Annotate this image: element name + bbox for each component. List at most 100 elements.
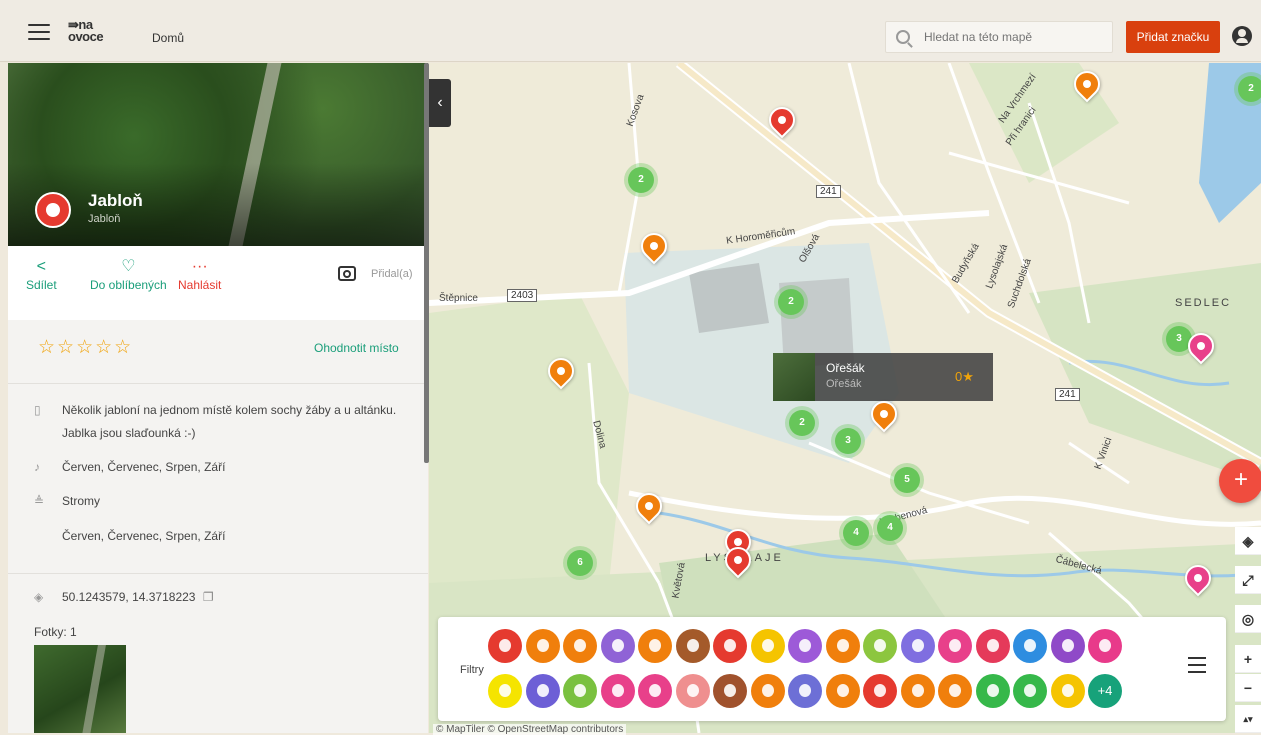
map-credits[interactable]: © MapTiler © OpenStreetMap contributors: [433, 724, 627, 735]
cluster-marker[interactable]: 2: [789, 410, 815, 436]
share-button[interactable]: < Sdílet: [26, 256, 57, 292]
filter-fruit-icon[interactable]: [1088, 629, 1122, 663]
copy-icon[interactable]: ❐: [203, 590, 214, 604]
filter-fruit-icon[interactable]: [488, 629, 522, 663]
rating-stars[interactable]: ☆☆☆☆☆: [38, 336, 133, 359]
place-subtitle: Jabloň: [88, 213, 121, 225]
add-place-fab[interactable]: +: [1219, 459, 1261, 503]
filter-fruit-icon[interactable]: [525, 674, 560, 708]
filter-fruit-icon[interactable]: [1013, 674, 1047, 708]
fruit-season-icon: ♪: [34, 460, 40, 474]
zoom-out-button[interactable]: −: [1235, 674, 1261, 702]
cluster-marker[interactable]: 6: [567, 550, 593, 576]
description-row-2: Jablka jsou slaďounká :-): [62, 422, 195, 445]
description-text-line2: Jablka jsou slaďounká :-): [62, 426, 196, 440]
filter-fruit-icon[interactable]: [675, 674, 710, 708]
nav-home-link[interactable]: Domů: [152, 31, 184, 45]
place-detail-panel: Jabloň Jabloň < Sdílet ♡ Do oblíbených ·…: [8, 63, 428, 733]
more-icon: ···: [191, 258, 208, 275]
cluster-marker[interactable]: 2: [778, 289, 804, 315]
filter-bar: Filtry +4: [438, 617, 1226, 721]
cluster-marker[interactable]: 5: [894, 467, 920, 493]
filter-fruit-icon[interactable]: [938, 674, 972, 708]
trash-icon: ▯: [34, 403, 41, 417]
cluster-marker[interactable]: 4: [877, 515, 903, 541]
road-241-label-2: 241: [1055, 388, 1080, 401]
user-account-icon[interactable]: [1232, 26, 1252, 46]
layers-icon[interactable]: ◈: [1235, 527, 1261, 555]
filter-fruit-icon[interactable]: [863, 674, 897, 708]
photos-label: Fotky: 1: [34, 625, 77, 639]
description-text-line1: Několik jabloní na jednom místě kolem so…: [62, 403, 397, 417]
filter-fruit-icon[interactable]: [1050, 629, 1085, 663]
cluster-marker[interactable]: 4: [843, 520, 869, 546]
popup-subtitle: Ořešák: [826, 378, 862, 390]
zoom-in-button[interactable]: +: [1235, 645, 1261, 673]
map-popup[interactable]: Ořešák Ořešák 0★: [773, 353, 993, 401]
share-icon: <: [36, 258, 47, 275]
tune-icon[interactable]: [1188, 657, 1206, 675]
coordinates-row: ◈ 50.1243579, 14.3718223 ❐: [34, 586, 214, 609]
filter-fruit-icon[interactable]: [600, 674, 635, 708]
popup-rating: 0★: [955, 369, 974, 384]
filter-fruit-icon[interactable]: [638, 629, 672, 663]
favorite-label: Do oblíbených: [90, 278, 167, 292]
filter-fruit-icon[interactable]: [563, 629, 597, 663]
search-input[interactable]: [924, 30, 1104, 44]
filter-fruit-icon[interactable]: [750, 629, 785, 663]
top-bar: ⇛na ovoce Domů Přidat značku: [0, 0, 1261, 62]
filter-fruit-icon[interactable]: [713, 629, 747, 663]
filter-fruit-icon[interactable]: [1050, 674, 1085, 708]
filter-fruit-icon[interactable]: [488, 674, 522, 708]
filter-fruit-icon[interactable]: [1013, 629, 1047, 663]
filter-fruit-icon[interactable]: [938, 629, 972, 663]
menu-icon[interactable]: [28, 24, 50, 40]
search-box[interactable]: [885, 21, 1113, 53]
hero-shade: [8, 163, 428, 246]
logo[interactable]: ⇛na ovoce: [68, 18, 104, 43]
rate-place-link[interactable]: Ohodnotit místo: [314, 341, 399, 355]
filter-fruit-icon[interactable]: [788, 629, 822, 663]
popup-title: Ořešák: [826, 361, 865, 375]
filter-fruit-icon[interactable]: [825, 629, 860, 663]
report-button[interactable]: ··· Nahlásit: [178, 256, 221, 292]
heart-icon: ♡: [121, 258, 136, 275]
filter-fruit-icon[interactable]: [863, 629, 897, 663]
filter-fruit-icon[interactable]: [675, 629, 710, 663]
filter-more-button[interactable]: +4: [1088, 674, 1122, 708]
season-row: ♪ Červen, Červenec, Srpen, Září: [34, 456, 225, 479]
camera-icon[interactable]: [338, 266, 356, 281]
filter-fruit-icon[interactable]: [713, 674, 747, 708]
filter-fruit-icon[interactable]: [975, 674, 1010, 708]
filter-fruit-icon[interactable]: [788, 674, 822, 708]
compass-icon[interactable]: ▴▾: [1235, 705, 1261, 733]
cluster-marker[interactable]: 3: [835, 428, 861, 454]
filter-fruit-icon[interactable]: [600, 629, 635, 663]
photo-thumbnail[interactable]: [34, 645, 126, 733]
apple-icon: [35, 192, 71, 228]
cluster-marker[interactable]: 2: [628, 167, 654, 193]
filter-fruit-icon[interactable]: [975, 629, 1010, 663]
add-marker-button[interactable]: Přidat značku: [1126, 21, 1220, 53]
collapse-sidebar-button[interactable]: ‹: [429, 79, 451, 127]
season2-text: Červen, Červenec, Srpen, Září: [62, 529, 226, 543]
type-row: ≜ Stromy: [34, 490, 100, 513]
season-text: Červen, Červenec, Srpen, Září: [62, 460, 226, 474]
cluster-marker[interactable]: 2: [1238, 76, 1261, 102]
filter-fruit-icon[interactable]: [525, 629, 560, 663]
filter-fruit-icon[interactable]: [825, 674, 860, 708]
report-label: Nahlásit: [178, 278, 222, 292]
place-actions: < Sdílet ♡ Do oblíbených ··· Nahlásit Př…: [8, 246, 428, 320]
filter-fruit-icon[interactable]: [750, 674, 785, 708]
coordinates-text[interactable]: 50.1243579, 14.3718223: [62, 590, 195, 604]
place-hero-image: Jabloň Jabloň: [8, 63, 428, 246]
favorite-button[interactable]: ♡ Do oblíbených: [90, 256, 167, 292]
filter-fruit-icon[interactable]: [638, 674, 672, 708]
filter-fruit-icon[interactable]: [900, 629, 935, 663]
fullscreen-icon[interactable]: ⤢: [1235, 566, 1261, 594]
description-row: ▯ Několik jabloní na jednom místě kolem s…: [34, 399, 396, 422]
locate-icon[interactable]: ◎: [1235, 605, 1261, 633]
filter-fruit-icon[interactable]: [900, 674, 935, 708]
place-title: Jabloň: [88, 191, 143, 210]
filter-fruit-icon[interactable]: [563, 674, 597, 708]
